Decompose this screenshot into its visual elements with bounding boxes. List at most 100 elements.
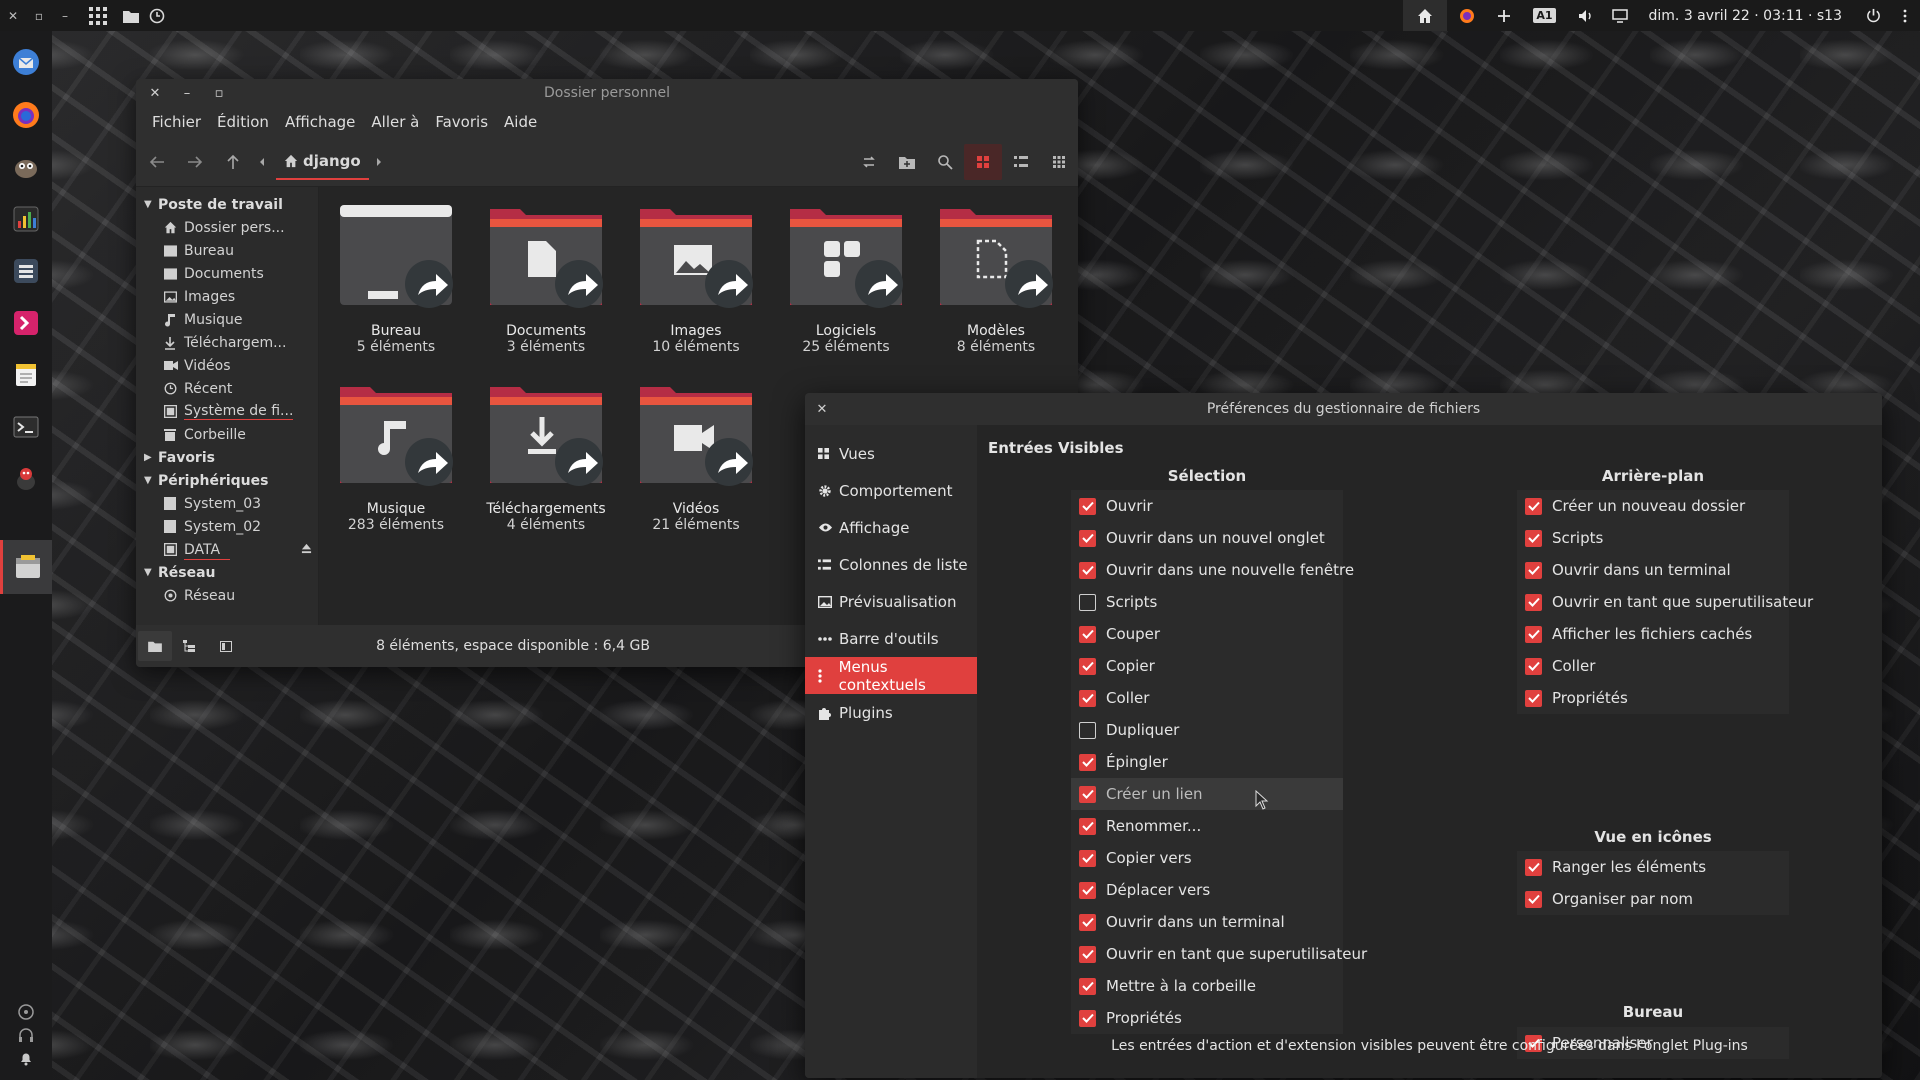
checkbox-row[interactable]: Ouvrir dans un nouvel onglet	[1071, 522, 1343, 554]
folder-images[interactable]: Images 10 éléments	[626, 201, 766, 355]
search-icon[interactable]	[926, 144, 964, 180]
up-button[interactable]	[214, 144, 252, 180]
sidebar-item-dossier-personnel[interactable]: Dossier pers...	[136, 216, 318, 239]
file-manager-icon[interactable]	[0, 540, 52, 594]
checkbox-row[interactable]: Ouvrir dans un terminal	[1517, 554, 1789, 586]
checkbox-row[interactable]: Dupliquer	[1071, 714, 1343, 746]
add-icon[interactable]	[1487, 0, 1521, 31]
sidebar-section-devices[interactable]: ▼ Périphériques	[136, 469, 318, 492]
checkbox-checked[interactable]	[1525, 689, 1542, 707]
folder-musique[interactable]: Musique 283 éléments	[326, 379, 466, 533]
firefox-tray-icon[interactable]	[1447, 0, 1487, 31]
volume-icon[interactable]	[1569, 0, 1603, 31]
checkbox-row[interactable]: Ouvrir en tant que superutilisateur	[1071, 938, 1367, 970]
minimize-window-button[interactable]: –	[52, 0, 78, 31]
sidebar-item-telechargements[interactable]: Téléchargem...	[136, 331, 318, 354]
checkbox-row[interactable]: Afficher les fichiers cachés	[1517, 618, 1789, 650]
checkbox-checked[interactable]	[1079, 785, 1096, 803]
checkbox-checked[interactable]	[1525, 593, 1542, 611]
clock-history-icon[interactable]	[144, 0, 170, 31]
checkbox-checked[interactable]	[1525, 657, 1542, 675]
sidebar-item-documents[interactable]: Documents	[136, 262, 318, 285]
gimp-icon[interactable]	[0, 142, 52, 192]
nav-affichage[interactable]: Affichage	[805, 509, 977, 546]
forward-button[interactable]	[176, 144, 214, 180]
nav-vues[interactable]: Vues	[805, 435, 977, 472]
game-icon[interactable]	[0, 454, 52, 504]
checkbox-checked[interactable]	[1525, 529, 1542, 547]
checkbox-checked[interactable]	[1079, 1009, 1096, 1027]
checkbox-checked[interactable]	[1525, 858, 1542, 876]
menu-edition[interactable]: Édition	[209, 113, 277, 131]
sidebar-item-corbeille[interactable]: Corbeille	[136, 423, 318, 446]
folder-videos[interactable]: Vidéos 21 éléments	[626, 379, 766, 533]
editor-icon[interactable]	[0, 350, 52, 400]
nav-plugins[interactable]: Plugins	[805, 694, 977, 731]
accessibility-icon[interactable]	[0, 1003, 52, 1021]
checkbox-row[interactable]: Ouvrir dans un terminal	[1071, 906, 1343, 938]
checkbox-row[interactable]: Ranger les éléments	[1517, 851, 1789, 883]
screen-icon[interactable]	[1603, 0, 1637, 31]
sidebar-item-reseau[interactable]: Réseau	[136, 584, 318, 607]
checkbox-row[interactable]: Couper	[1071, 618, 1343, 650]
home-icon[interactable]	[1402, 0, 1447, 31]
list-view-button[interactable]	[1002, 144, 1040, 180]
compact-view-button[interactable]	[1040, 144, 1078, 180]
folder-logiciels[interactable]: Logiciels 25 éléments	[776, 201, 916, 355]
checkbox-row[interactable]: Coller	[1517, 650, 1789, 682]
nav-colonnes-de-liste[interactable]: Colonnes de liste	[805, 546, 977, 583]
checkbox-row[interactable]: Propriétés	[1517, 682, 1789, 714]
checkbox-checked[interactable]	[1079, 529, 1096, 547]
menu-aide[interactable]: Aide	[496, 113, 545, 131]
checkbox-unchecked[interactable]	[1079, 593, 1096, 611]
nav-menus-contextuels[interactable]: Menus contextuels	[805, 657, 977, 694]
sidebar-item-data[interactable]: DATA	[136, 538, 318, 561]
checkbox-row[interactable]: Renommer...	[1071, 810, 1343, 842]
checkbox-checked[interactable]	[1079, 561, 1096, 579]
sidebar-item-recent[interactable]: Récent	[136, 377, 318, 400]
nav-previsualisation[interactable]: Prévisualisation	[805, 583, 977, 620]
terminal-icon[interactable]	[0, 402, 52, 452]
checkbox-checked[interactable]	[1079, 497, 1096, 515]
checkbox-checked[interactable]	[1079, 817, 1096, 835]
icon-view-button[interactable]	[964, 143, 1002, 180]
sidebar-item-system-03[interactable]: System_03	[136, 492, 318, 515]
sidebar-section-network[interactable]: ▼ Réseau	[136, 561, 318, 584]
checkbox-unchecked[interactable]	[1079, 721, 1096, 739]
checkbox-checked[interactable]	[1079, 881, 1096, 899]
sidebar-item-videos[interactable]: Vidéos	[136, 354, 318, 377]
checkbox-row[interactable]: Ouvrir dans une nouvelle fenêtre	[1071, 554, 1354, 586]
folder-modeles[interactable]: Modèles 8 éléments	[926, 201, 1066, 355]
checkbox-row[interactable]: Épingler	[1071, 746, 1343, 778]
checkbox-row[interactable]: Copier	[1071, 650, 1343, 682]
sidebar-section-favorites[interactable]: ▶ Favoris	[136, 446, 318, 469]
sidebar-item-system-02[interactable]: System_02	[136, 515, 318, 538]
checkbox-row[interactable]: Copier vers	[1071, 842, 1343, 874]
thunderbird-icon[interactable]	[0, 37, 52, 87]
monitor-icon[interactable]	[0, 194, 52, 244]
breadcrumb-left-icon[interactable]	[252, 144, 272, 180]
breadcrumb-right-icon[interactable]	[369, 144, 389, 180]
breadcrumb-django[interactable]: django	[276, 144, 369, 180]
folder-documents[interactable]: Documents 3 éléments	[476, 201, 616, 355]
nav-comportement[interactable]: Comportement	[805, 472, 977, 509]
file-manager-titlebar[interactable]: ✕ – ▫ Dossier personnel	[136, 79, 1078, 107]
menu-favoris[interactable]: Favoris	[427, 113, 496, 131]
preferences-titlebar[interactable]: ✕ Préférences du gestionnaire de fichier…	[805, 393, 1882, 425]
folder-icon[interactable]	[118, 0, 144, 31]
checkbox-checked[interactable]	[1079, 689, 1096, 707]
tasks-icon[interactable]	[0, 246, 52, 296]
checkbox-row[interactable]: Créer un nouveau dossier	[1517, 490, 1789, 522]
checkbox-checked[interactable]	[1525, 561, 1542, 579]
checkbox-checked[interactable]	[1079, 625, 1096, 643]
maximize-window-button[interactable]: ▫	[26, 0, 52, 31]
menu-affichage[interactable]: Affichage	[277, 113, 363, 131]
sidebar-item-bureau[interactable]: Bureau	[136, 239, 318, 262]
checkbox-checked[interactable]	[1079, 977, 1096, 995]
reload-icon[interactable]	[850, 144, 888, 180]
checkbox-row[interactable]: Ouvrir	[1071, 490, 1343, 522]
app-grid-icon[interactable]	[78, 0, 118, 31]
checkbox-row[interactable]: Organiser par nom	[1517, 883, 1789, 915]
panel-menu-icon[interactable]	[1890, 0, 1920, 31]
checkbox-checked[interactable]	[1079, 913, 1096, 931]
